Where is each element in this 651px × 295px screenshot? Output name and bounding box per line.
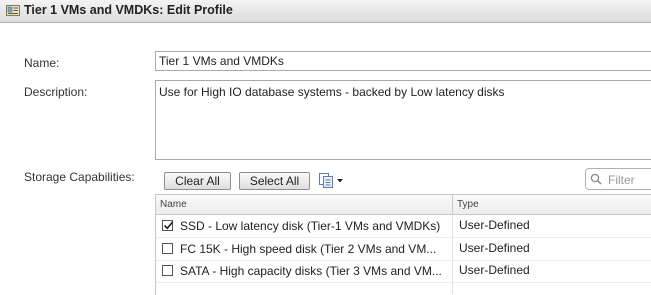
row-type: User-Defined xyxy=(459,263,530,277)
row-type: User-Defined xyxy=(459,218,530,232)
row-checkbox[interactable] xyxy=(162,243,173,254)
table-row[interactable]: SATA - High capacity disks (Tier 3 VMs a… xyxy=(156,260,651,283)
description-field[interactable]: Use for High IO database systems - backe… xyxy=(155,80,651,160)
search-icon xyxy=(590,173,602,185)
row-checkbox[interactable] xyxy=(162,265,173,276)
row-type: User-Defined xyxy=(459,241,530,255)
select-all-button[interactable]: Select All xyxy=(239,172,310,190)
profile-icon xyxy=(6,4,20,17)
title-bar: Tier 1 VMs and VMDKs: Edit Profile xyxy=(0,0,651,23)
row-name: SSD - Low latency disk (Tier-1 VMs and V… xyxy=(180,219,441,233)
storage-capabilities-label: Storage Capabilities: xyxy=(24,170,135,184)
copy-icon xyxy=(319,173,343,188)
row-name: FC 15K - High speed disk (Tier 2 VMs and… xyxy=(180,242,437,256)
copy-menu-button[interactable] xyxy=(318,172,348,190)
table-row[interactable]: FC 15K - High speed disk (Tier 2 VMs and… xyxy=(156,238,651,261)
column-header-name[interactable]: Name xyxy=(160,199,187,210)
filter-input[interactable]: Filter xyxy=(585,168,651,190)
row-name: SATA - High capacity disks (Tier 3 VMs a… xyxy=(180,264,442,278)
grid-header: Name Type xyxy=(156,195,651,215)
capabilities-grid: Name Type SSD - Low latency disk (Tier-1… xyxy=(155,194,651,295)
name-label: Name: xyxy=(24,56,60,70)
checkmark-icon xyxy=(163,221,174,230)
dialog-title: Tier 1 VMs and VMDKs: Edit Profile xyxy=(24,3,233,17)
description-label: Description: xyxy=(24,85,88,99)
row-checkbox[interactable] xyxy=(162,220,174,231)
clear-all-button[interactable]: Clear All xyxy=(164,172,231,190)
table-row[interactable]: SSD - Low latency disk (Tier-1 VMs and V… xyxy=(156,215,651,238)
column-divider[interactable] xyxy=(452,195,453,214)
name-field[interactable] xyxy=(155,51,651,71)
column-header-type[interactable]: Type xyxy=(457,199,479,210)
filter-placeholder: Filter xyxy=(608,173,635,187)
